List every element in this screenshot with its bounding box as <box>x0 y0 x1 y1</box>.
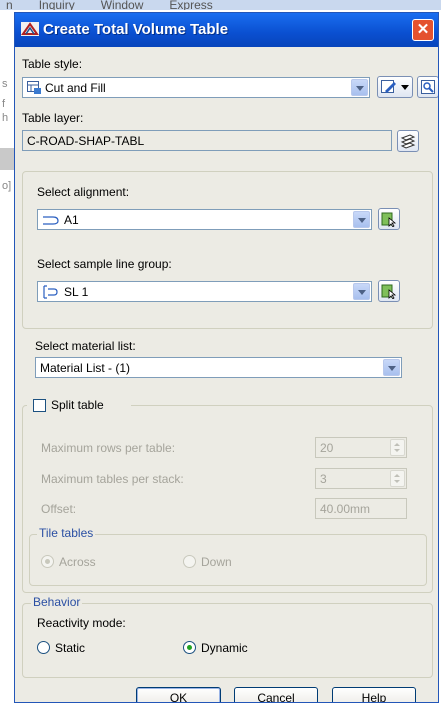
offset-field[interactable]: 40.00mm <box>315 498 407 519</box>
table-style-label: Table style: <box>22 57 83 71</box>
material-list-value: Material List - (1) <box>40 361 131 375</box>
alignment-dropdown[interactable]: A1 <box>37 209 372 230</box>
down-radio[interactable] <box>183 555 196 568</box>
reactivity-mode-label: Reactivity mode: <box>37 616 126 630</box>
spinner-arrows-icon[interactable] <box>390 470 405 487</box>
max-tables-label: Maximum tables per stack: <box>41 472 184 486</box>
table-layer-button[interactable] <box>397 130 419 152</box>
down-label: Down <box>201 555 232 569</box>
radio-selected-dot <box>187 645 192 650</box>
static-label: Static <box>55 641 86 655</box>
pick-from-drawing-icon <box>421 80 435 94</box>
close-button[interactable]: ✕ <box>412 19 434 41</box>
max-rows-value: 20 <box>320 441 334 455</box>
background-text: s <box>2 78 8 90</box>
table-layer-label: Table layer: <box>22 111 84 125</box>
background-text: h <box>2 112 9 124</box>
table-style-dropdown[interactable]: Cut and Fill <box>22 77 370 98</box>
max-rows-spinner[interactable]: 20 <box>315 437 407 458</box>
background-menu-item: Express <box>169 0 213 10</box>
offset-value: 40.00mm <box>320 502 371 516</box>
tile-tables-label: Tile tables <box>37 526 96 540</box>
split-table-checkbox[interactable] <box>33 399 46 412</box>
cancel-button[interactable]: Cancel <box>234 687 318 702</box>
offset-label: Offset: <box>41 502 77 516</box>
chevron-down-icon[interactable] <box>351 79 368 96</box>
max-tables-spinner[interactable]: 3 <box>315 468 407 489</box>
alignment-label: Select alignment: <box>37 185 130 199</box>
background-menu-item: Inquiry <box>38 0 75 10</box>
chevron-down-icon[interactable] <box>353 283 370 300</box>
material-list-dropdown[interactable]: Material List - (1) <box>35 357 402 378</box>
chevron-down-icon[interactable] <box>383 359 400 376</box>
dynamic-radio[interactable] <box>183 641 196 654</box>
create-total-volume-table-dialog: Create Total Volume Table ✕ Table style:… <box>14 12 439 703</box>
split-table-header: Split table <box>27 397 131 415</box>
dialog-title: Create Total Volume Table <box>43 21 229 38</box>
help-button[interactable]: Help <box>332 687 416 702</box>
ok-button[interactable]: OK <box>136 687 221 702</box>
dialog-title-bar[interactable]: Create Total Volume Table ✕ <box>15 13 438 47</box>
chevron-down-icon <box>401 85 409 90</box>
radio-selected-dot <box>45 559 50 564</box>
static-radio[interactable] <box>37 641 50 654</box>
pick-sample-line-group-button[interactable] <box>378 280 400 302</box>
background-menu-item: Window <box>100 0 144 10</box>
edit-table-style-button[interactable] <box>377 76 413 98</box>
pick-table-style-button[interactable] <box>417 76 438 98</box>
layers-icon <box>400 134 416 149</box>
sample-line-group-icon <box>43 285 58 299</box>
across-radio[interactable] <box>41 555 54 568</box>
spinner-arrows-icon[interactable] <box>390 439 405 456</box>
close-icon: ✕ <box>416 21 430 38</box>
pick-alignment-button[interactable] <box>378 208 400 230</box>
max-tables-value: 3 <box>320 472 327 486</box>
alignment-value: A1 <box>64 213 79 227</box>
dynamic-label: Dynamic <box>201 641 248 655</box>
pick-alignment-icon <box>381 212 397 227</box>
behavior-label: Behavior <box>31 595 83 609</box>
alignment-icon <box>43 216 59 225</box>
background-menu-item: n <box>6 0 13 10</box>
table-layer-field: C-ROAD-SHAP-TABL <box>22 130 392 151</box>
chevron-down-icon[interactable] <box>353 211 370 228</box>
max-rows-label: Maximum rows per table: <box>41 441 176 455</box>
across-label: Across <box>59 555 96 569</box>
background-text: o] <box>2 180 12 192</box>
edit-style-icon <box>381 80 396 93</box>
material-list-label: Select material list: <box>35 339 136 353</box>
table-style-icon <box>27 81 41 94</box>
app-icon <box>21 22 39 36</box>
sample-line-group-label: Select sample line group: <box>37 257 172 271</box>
sample-line-group-value: SL 1 <box>64 285 89 299</box>
background-text: f <box>2 98 6 110</box>
background-menu-bar: n Inquiry Window Express <box>0 0 441 10</box>
table-layer-value: C-ROAD-SHAP-TABL <box>27 134 145 148</box>
sample-line-group-dropdown[interactable]: SL 1 <box>37 281 372 302</box>
pick-sample-line-icon <box>381 284 397 299</box>
background-strip <box>0 148 14 170</box>
table-style-value: Cut and Fill <box>45 81 106 95</box>
split-table-label: Split table <box>51 398 104 412</box>
